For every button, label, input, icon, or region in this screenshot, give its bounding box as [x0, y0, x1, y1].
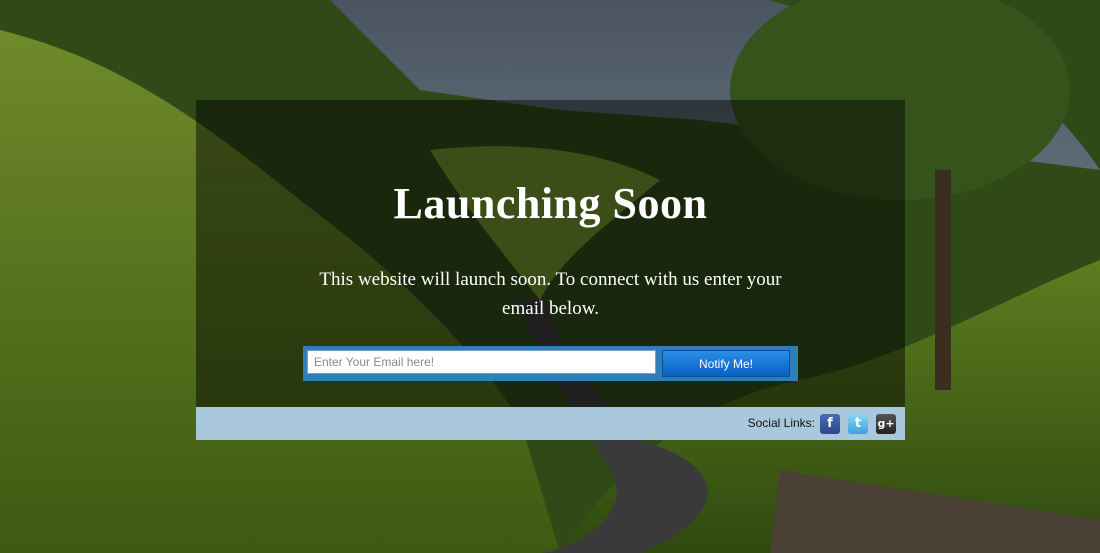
page-title: Launching Soon [393, 179, 708, 228]
social-links-label: Social Links: [747, 416, 815, 430]
hero-description: This website will launch soon. To connec… [319, 269, 782, 319]
google-plus-icon[interactable]: g+ [876, 414, 896, 434]
twitter-icon[interactable]: t [848, 414, 868, 434]
hero-overlay-panel: Launching Soon This website will launch … [196, 100, 905, 407]
notify-me-button[interactable]: Notify Me! [662, 350, 790, 377]
email-input[interactable] [307, 350, 656, 374]
email-signup-form: Notify Me! [303, 346, 798, 381]
facebook-icon[interactable]: f [820, 414, 840, 434]
social-links-bar: Social Links: f t g+ [196, 407, 905, 440]
